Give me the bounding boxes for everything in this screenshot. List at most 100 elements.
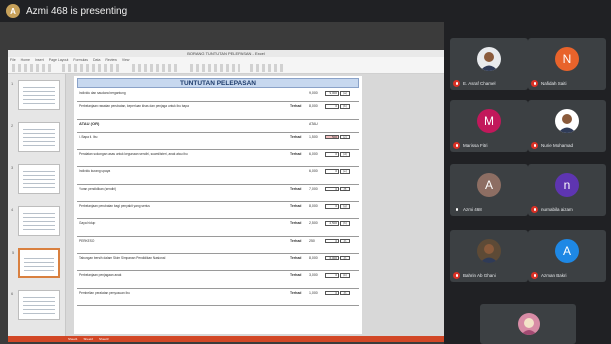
row-value-cell[interactable]: 0: [325, 169, 339, 174]
thumbnail-number: 4: [11, 207, 14, 212]
participant-tile[interactable]: n nurnabila aizam: [528, 164, 606, 216]
participant-nameplate: Marissa Fitri: [453, 142, 488, 149]
self-view-tile[interactable]: [480, 304, 576, 344]
ribbon-tab[interactable]: Review: [105, 58, 116, 62]
participant-avatar: A: [555, 239, 579, 263]
participant-tile[interactable]: E. Asraf Chamel: [450, 38, 528, 90]
participant-tile[interactable]: M Marissa Fitri: [450, 100, 528, 152]
row-value-cell[interactable]: 0: [325, 273, 339, 278]
row-code-cell: (k): [340, 273, 350, 278]
page-thumbnail[interactable]: 5: [12, 248, 60, 278]
participant-nameplate: Bahrin Ab Ghani: [453, 272, 496, 279]
row-value-cell[interactable]: 0: [325, 238, 339, 244]
row-code-cell: (c): [340, 134, 350, 140]
participant-avatar: N: [555, 47, 579, 71]
participant-tile[interactable]: A Azmi 468: [450, 164, 528, 216]
row-divider: [77, 270, 359, 272]
thumbnail-number: 1: [11, 81, 14, 86]
participant-name: Bahrin Ab Ghani: [463, 273, 496, 278]
participant-name: Nurie Mohamad: [541, 143, 574, 148]
row-value-cell[interactable]: 0: [325, 152, 339, 157]
page-thumbnail[interactable]: 1: [11, 80, 60, 110]
page-thumbnail[interactable]: 2: [11, 122, 60, 152]
thumbnail-number: 6: [11, 291, 14, 296]
mic-muted-icon: [453, 142, 460, 149]
row-code-cell: (a): [340, 91, 350, 96]
row-code-cell: (g): [340, 204, 350, 209]
participant-nameplate: Azman Bakri: [531, 272, 567, 279]
row-code-cell: (e): [340, 169, 350, 174]
mic-muted-icon: [531, 80, 538, 87]
row-value-cell[interactable]: 500: [325, 134, 339, 140]
row-code-cell: (b): [340, 104, 350, 109]
worksheet-subrow: [77, 265, 359, 269]
row-code-cell: (f): [340, 186, 350, 192]
ribbon-tab[interactable]: Formulas: [73, 58, 88, 62]
excel-title-bar: BORANG TUNTUTAN PELEPASAN - Excel: [8, 50, 444, 57]
thumbnail-number: 2: [11, 123, 14, 128]
row-code-cell: (l): [340, 290, 350, 296]
row-value-cell[interactable]: 9,000: [325, 91, 339, 96]
participant-photo: [477, 239, 501, 263]
participant-nameplate: E. Asraf Chamel: [453, 80, 496, 87]
excel-window: BORANG TUNTUTAN PELEPASAN - Excel File Ho…: [8, 50, 444, 342]
row-value-cell[interactable]: 2,500: [325, 221, 339, 226]
row-code-cell: (j): [340, 255, 350, 261]
participant-name: Azmi 468: [463, 207, 482, 212]
excel-ribbon: File Home Insert Page Layout Formulas Data Rev…: [8, 57, 444, 74]
participant-tile[interactable]: Nurie Mohamad: [528, 100, 606, 152]
worksheet-document: TUNTUTAN PELEPASAN Individu dan saudara …: [74, 76, 362, 334]
excel-body: 1 2 3 4 5 6 TUNTUTAN PELEPASAN Individu dan s…: [8, 74, 444, 336]
participant-name: E. Asraf Chamel: [463, 81, 496, 86]
row-divider: [77, 149, 359, 151]
ribbon-tab[interactable]: View: [122, 58, 130, 62]
mic-muted-icon: [453, 80, 460, 87]
row-divider: [77, 166, 359, 168]
worksheet-subrow: [77, 248, 359, 252]
row-divider: [77, 101, 359, 103]
row-value-cell[interactable]: 6,000: [325, 255, 339, 261]
participant-avatar: A: [477, 173, 501, 197]
ribbon-tab[interactable]: Data: [93, 58, 100, 62]
participant-nameplate: Nafidah Saiti: [531, 80, 567, 87]
mic-muted-icon: [531, 142, 538, 149]
row-divider: [77, 287, 359, 289]
row-value-cell[interactable]: 0: [325, 290, 339, 296]
ribbon-tab[interactable]: Insert: [35, 58, 44, 62]
row-value-cell[interactable]: 0: [325, 186, 339, 192]
page-thumbnail[interactable]: 3: [11, 164, 60, 194]
mic-muted-icon: [531, 272, 538, 279]
row-value-cell[interactable]: 0: [325, 104, 339, 109]
participant-avatar: n: [555, 173, 579, 197]
page-thumbnail[interactable]: 6: [11, 290, 60, 320]
participant-photo: [555, 109, 579, 133]
row-divider: [77, 183, 359, 185]
participant-tile[interactable]: N Nafidah Saiti: [528, 38, 606, 90]
row-divider: [77, 235, 359, 237]
participants-panel: E. Asraf Chamel N Nafidah Saiti M Marissa Fi…: [444, 22, 611, 344]
worksheet-subrow: [77, 144, 359, 148]
worksheet-subrow: [77, 283, 359, 287]
ribbon-tab[interactable]: Home: [21, 58, 30, 62]
thumbnail-number: 5: [12, 250, 15, 255]
participant-tile[interactable]: Bahrin Ab Ghani: [450, 230, 528, 282]
row-divider: [77, 218, 359, 220]
self-avatar: [518, 313, 540, 335]
page-thumbnail[interactable]: 4: [11, 206, 60, 236]
participant-photo: [477, 47, 501, 71]
participant-name: Marissa Fitri: [463, 143, 488, 148]
sheet-tabs: Sheet1 Sheet2 Sheet3: [68, 336, 109, 342]
sheet-tab[interactable]: Sheet3: [99, 336, 109, 342]
presenter-avatar: A: [6, 4, 20, 18]
participant-avatar: M: [477, 109, 501, 133]
participant-tile[interactable]: A Azman Bakri: [528, 230, 606, 282]
ribbon-tab[interactable]: File: [10, 58, 16, 62]
row-value-cell[interactable]: 0: [325, 204, 339, 209]
presenting-bar: A Azmi 468 is presenting: [0, 0, 611, 22]
sheet-tab[interactable]: Sheet1: [68, 336, 78, 342]
sheet-tab[interactable]: Sheet2: [84, 336, 94, 342]
worksheet-subrow: [77, 300, 359, 304]
row-divider: [77, 201, 359, 203]
ribbon-tab[interactable]: Page Layout: [49, 58, 69, 62]
participant-nameplate: nurnabila aizam: [531, 206, 573, 213]
